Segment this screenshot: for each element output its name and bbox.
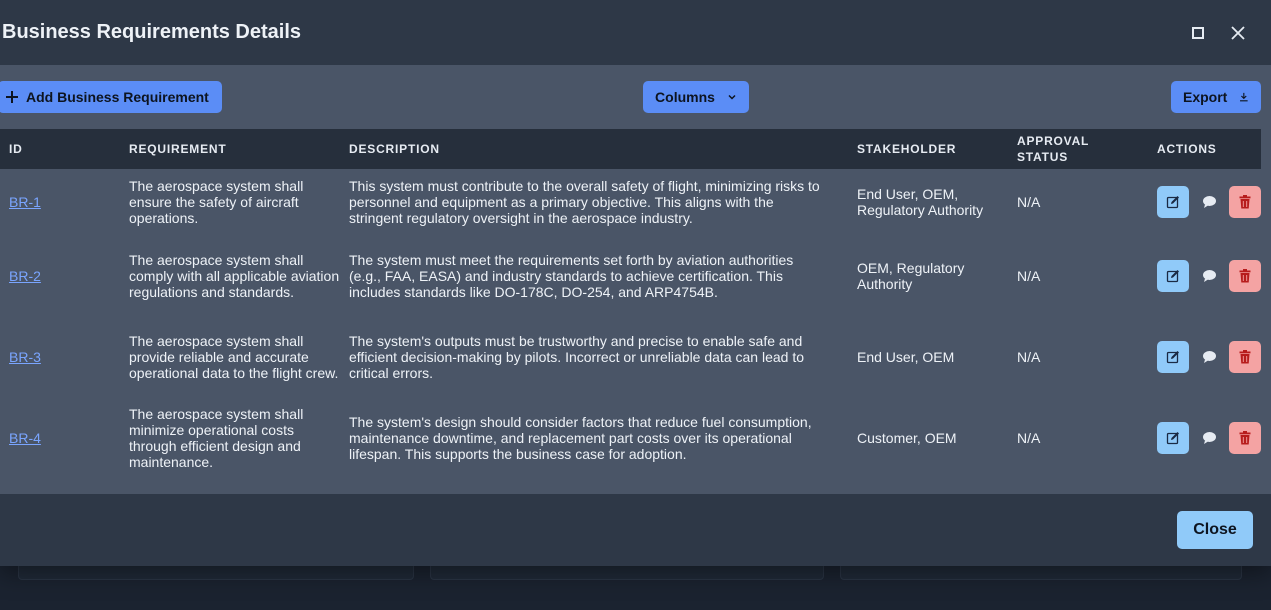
- cell-description: The system's design should consider fact…: [349, 413, 812, 462]
- cell-approval-status: N/A: [1017, 348, 1041, 365]
- comment-button[interactable]: [1193, 341, 1225, 373]
- edit-button[interactable]: [1157, 421, 1189, 454]
- delete-button[interactable]: [1229, 340, 1261, 373]
- cell-description: This system must contribute to the overa…: [349, 178, 820, 226]
- cell-description: The system must meet the requirements se…: [349, 251, 794, 300]
- columns-button[interactable]: Columns: [643, 81, 749, 113]
- business-requirements-modal: Business Requirements Details Add Busine…: [0, 0, 1271, 566]
- table-row: BR-3 The aerospace system shall provide …: [0, 316, 1261, 397]
- comment-button[interactable]: [1193, 260, 1225, 292]
- cell-id: BR-4: [0, 397, 120, 478]
- edit-icon: [1166, 269, 1179, 282]
- add-button-label: Add Business Requirement: [26, 89, 209, 105]
- close-icon: [1231, 25, 1245, 40]
- comment-button[interactable]: [1193, 422, 1225, 454]
- trash-icon: [1239, 430, 1251, 444]
- edit-icon: [1166, 431, 1179, 444]
- close-button[interactable]: Close: [1177, 511, 1253, 549]
- edit-button[interactable]: [1157, 186, 1189, 218]
- cell-actions: [1148, 169, 1261, 235]
- table-row: BR-1 The aerospace system shall ensure t…: [0, 169, 1261, 235]
- cell-stakeholder: OEM, Regulatory Authority: [857, 259, 965, 292]
- cell-stakeholder: End User, OEM, Regulatory Authority: [857, 186, 984, 218]
- requirement-id-link[interactable]: BR-2: [9, 268, 41, 284]
- download-icon: [1240, 92, 1248, 102]
- column-header-description[interactable]: DESCRIPTION: [340, 129, 848, 169]
- requirement-id-link[interactable]: BR-1: [9, 194, 41, 210]
- requirement-id-link[interactable]: BR-4: [9, 430, 41, 446]
- modal-title: Business Requirements Details: [2, 21, 301, 43]
- trash-icon: [1239, 268, 1251, 282]
- table-row: BR-4 The aerospace system shall minimize…: [0, 397, 1261, 478]
- comment-icon: [1202, 431, 1216, 444]
- delete-button[interactable]: [1229, 186, 1261, 218]
- cell-stakeholder: Customer, OEM: [857, 429, 957, 446]
- column-header-requirement[interactable]: REQUIREMENT: [120, 129, 340, 169]
- edit-button[interactable]: [1157, 340, 1189, 373]
- cell-description: The system's outputs must be trustworthy…: [349, 332, 804, 381]
- trash-icon: [1239, 349, 1251, 363]
- table-header-row: ID REQUIREMENT DESCRIPTION STAKEHOLDER A…: [0, 129, 1261, 169]
- column-header-id[interactable]: ID: [0, 129, 120, 169]
- cell-approval-status: N/A: [1017, 194, 1041, 210]
- column-header-actions: ACTIONS: [1157, 142, 1217, 156]
- requirements-table: ID REQUIREMENT DESCRIPTION STAKEHOLDER A…: [0, 129, 1261, 478]
- cell-requirement: The aerospace system shall ensure the sa…: [129, 178, 304, 226]
- cell-id: BR-1: [0, 169, 120, 235]
- cell-id: BR-2: [0, 235, 120, 316]
- columns-button-label: Columns: [655, 89, 715, 105]
- plus-icon: [6, 91, 18, 103]
- comment-icon: [1202, 196, 1216, 208]
- table-toolbar: Add Business Requirement Columns Export: [0, 65, 1271, 129]
- chevron-down-icon: [728, 94, 736, 100]
- modal-header: Business Requirements Details: [0, 0, 1271, 65]
- modal-body: Add Business Requirement Columns Export …: [0, 65, 1271, 494]
- maximize-button[interactable]: [1187, 22, 1209, 44]
- cell-approval-status: N/A: [1017, 429, 1041, 446]
- close-modal-button[interactable]: [1227, 22, 1249, 44]
- cell-requirement: The aerospace system shall minimize oper…: [129, 405, 304, 470]
- delete-button[interactable]: [1229, 421, 1261, 454]
- edit-button[interactable]: [1157, 259, 1189, 292]
- cell-actions: [1148, 316, 1261, 397]
- cell-requirement: The aerospace system shall comply with a…: [129, 251, 340, 300]
- export-button[interactable]: Export: [1171, 81, 1261, 113]
- add-business-requirement-button[interactable]: Add Business Requirement: [0, 81, 222, 113]
- cell-stakeholder: End User, OEM: [857, 348, 955, 365]
- header-controls: [1187, 22, 1271, 44]
- requirement-id-link[interactable]: BR-3: [9, 349, 41, 365]
- maximize-icon: [1192, 26, 1204, 39]
- modal-footer: Close: [0, 494, 1271, 566]
- edit-icon: [1166, 350, 1179, 363]
- comment-icon: [1202, 269, 1216, 282]
- cell-approval-status: N/A: [1017, 267, 1041, 284]
- trash-icon: [1239, 195, 1251, 209]
- edit-icon: [1166, 196, 1179, 209]
- cell-actions: [1148, 397, 1261, 478]
- column-header-approval-status[interactable]: APPROVAL STATUS: [1008, 129, 1148, 169]
- export-button-label: Export: [1183, 89, 1228, 105]
- column-header-stakeholder[interactable]: STAKEHOLDER: [848, 129, 1008, 169]
- cell-actions: [1148, 235, 1261, 316]
- delete-button[interactable]: [1229, 259, 1261, 292]
- cell-id: BR-3: [0, 316, 120, 397]
- table-row: BR-2 The aerospace system shall comply w…: [0, 235, 1261, 316]
- cell-requirement: The aerospace system shall provide relia…: [129, 332, 339, 381]
- comment-button[interactable]: [1193, 186, 1225, 218]
- comment-icon: [1202, 350, 1216, 363]
